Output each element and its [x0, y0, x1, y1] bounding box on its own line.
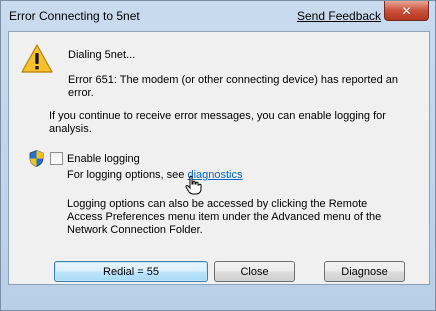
dialing-status: Dialing 5net...: [68, 49, 136, 61]
warning-icon: [21, 44, 53, 73]
uac-shield-icon: [29, 150, 44, 167]
enable-logging-checkbox[interactable]: [50, 152, 63, 165]
error-message: Error 651: The modem (or other connectin…: [68, 74, 398, 99]
logging-note: Logging options can also be accessed by …: [67, 198, 382, 236]
logging-options-text: For logging options, see diagnostics: [67, 169, 243, 182]
logging-options-prefix: For logging options, see: [67, 169, 188, 181]
redial-button[interactable]: Redial = 55: [54, 261, 208, 282]
title-bar[interactable]: Error Connecting to 5net Send Feedback ✕: [1, 1, 435, 31]
window-title: Error Connecting to 5net: [9, 9, 140, 23]
close-window-button[interactable]: ✕: [384, 1, 429, 21]
logging-suggestion: If you continue to receive error message…: [49, 110, 386, 135]
enable-logging-label[interactable]: Enable logging: [67, 153, 140, 166]
close-button[interactable]: Close: [214, 261, 295, 282]
error-dialog: Error Connecting to 5net Send Feedback ✕…: [0, 0, 436, 311]
hand-cursor-icon: [185, 175, 202, 195]
diagnose-button[interactable]: Diagnose: [324, 261, 405, 282]
close-icon: ✕: [401, 3, 412, 18]
send-feedback-link[interactable]: Send Feedback: [297, 9, 381, 23]
dialog-body: Dialing 5net... Error 651: The modem (or…: [8, 31, 430, 285]
